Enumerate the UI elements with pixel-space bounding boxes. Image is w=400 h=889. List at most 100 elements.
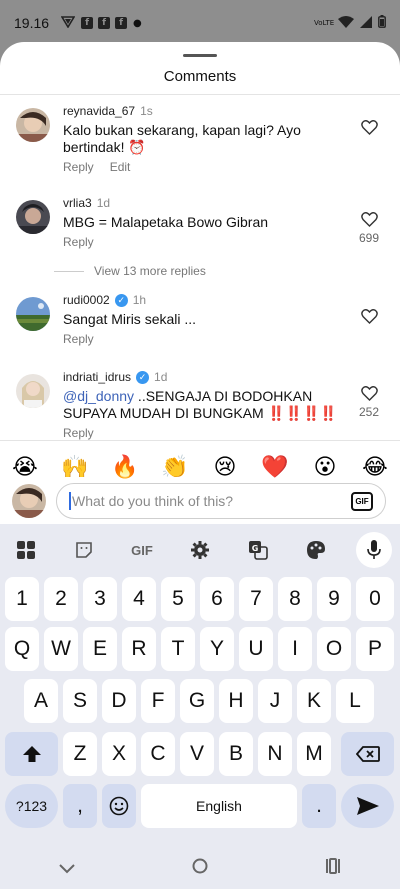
like-button[interactable] bbox=[358, 309, 380, 324]
like-button[interactable] bbox=[358, 120, 380, 135]
emoji-laughing-button[interactable]: 😂 bbox=[357, 455, 393, 480]
key-2[interactable]: 2 bbox=[44, 577, 78, 621]
edit-button[interactable]: Edit bbox=[110, 160, 131, 174]
reply-button[interactable]: Reply bbox=[63, 426, 94, 440]
key-u[interactable]: U bbox=[239, 627, 273, 671]
keyboard-gif-button[interactable]: GIF bbox=[124, 532, 160, 568]
emoji-clap-button[interactable]: 👏 bbox=[157, 455, 193, 480]
backspace-key[interactable] bbox=[341, 732, 394, 776]
key-e[interactable]: E bbox=[83, 627, 117, 671]
apps-grid-icon[interactable] bbox=[8, 532, 44, 568]
key-o[interactable]: O bbox=[317, 627, 351, 671]
key-w[interactable]: W bbox=[44, 627, 78, 671]
send-key[interactable] bbox=[341, 784, 394, 828]
keyboard-row-1: Q W E R T Y U I O P bbox=[0, 627, 400, 671]
key-6[interactable]: 6 bbox=[200, 577, 234, 621]
verified-badge-icon: ✓ bbox=[136, 370, 150, 384]
key-y[interactable]: Y bbox=[200, 627, 234, 671]
like-button[interactable]: 699 bbox=[358, 212, 380, 245]
view-replies-button[interactable]: View 13 more replies bbox=[54, 264, 206, 278]
emoji-fire-button[interactable]: 🔥 bbox=[107, 455, 143, 480]
settings-gear-icon[interactable] bbox=[182, 532, 218, 568]
comment-input-field[interactable]: GIF bbox=[56, 483, 386, 519]
nav-home-icon[interactable] bbox=[192, 858, 208, 878]
key-x[interactable]: X bbox=[102, 732, 136, 776]
key-i[interactable]: I bbox=[278, 627, 312, 671]
key-r[interactable]: R bbox=[122, 627, 156, 671]
key-0[interactable]: 0 bbox=[356, 577, 394, 621]
key-4[interactable]: 4 bbox=[122, 577, 156, 621]
key-n[interactable]: N bbox=[258, 732, 292, 776]
emoji-crying-button[interactable]: 😭 bbox=[7, 455, 43, 480]
shift-key[interactable] bbox=[5, 732, 58, 776]
key-a[interactable]: A bbox=[24, 679, 58, 723]
key-g[interactable]: G bbox=[180, 679, 214, 723]
avatar[interactable] bbox=[16, 297, 50, 331]
emoji-surprised-button[interactable]: 😮 bbox=[307, 455, 343, 480]
key-8[interactable]: 8 bbox=[278, 577, 312, 621]
emoji-sad-button[interactable]: 😢 bbox=[207, 455, 243, 480]
key-j[interactable]: J bbox=[258, 679, 292, 723]
key-c[interactable]: C bbox=[141, 732, 175, 776]
status-bar: 19.16 f f f ● VoLTE bbox=[0, 0, 400, 46]
keyboard-number-row: 1 2 3 4 5 6 7 8 9 0 bbox=[0, 577, 400, 621]
mention-link[interactable]: @dj_donny bbox=[63, 388, 134, 404]
symbols-key[interactable]: ?123 bbox=[5, 784, 58, 828]
reply-button[interactable]: Reply bbox=[63, 332, 94, 346]
key-s[interactable]: S bbox=[63, 679, 97, 723]
key-b[interactable]: B bbox=[219, 732, 253, 776]
system-nav-bar bbox=[0, 847, 400, 889]
emoji-key[interactable] bbox=[102, 784, 136, 828]
key-h[interactable]: H bbox=[219, 679, 253, 723]
comment-username[interactable]: reynavida_67 bbox=[63, 104, 135, 118]
nav-back-chevron-icon[interactable] bbox=[58, 859, 75, 878]
reply-button[interactable]: Reply bbox=[63, 160, 94, 174]
key-d[interactable]: D bbox=[102, 679, 136, 723]
heart-icon bbox=[360, 120, 378, 135]
avatar[interactable] bbox=[16, 200, 50, 234]
comment-username[interactable]: rudi0002 bbox=[63, 293, 110, 307]
sticker-icon[interactable] bbox=[66, 532, 102, 568]
send-arrow-icon bbox=[356, 797, 379, 815]
sheet-drag-handle[interactable] bbox=[183, 54, 217, 57]
keyboard: GIF G 1 2 3 4 5 6 7 8 9 0 Q W E R T Y U … bbox=[0, 524, 400, 847]
avatar[interactable] bbox=[16, 374, 50, 408]
comment-username[interactable]: indriati_idrus bbox=[63, 370, 131, 384]
key-k[interactable]: K bbox=[297, 679, 331, 723]
facebook-icon: f bbox=[115, 17, 128, 29]
key-z[interactable]: Z bbox=[63, 732, 97, 776]
key-m[interactable]: M bbox=[297, 732, 331, 776]
key-t[interactable]: T bbox=[161, 627, 195, 671]
gif-button[interactable]: GIF bbox=[351, 492, 373, 511]
key-9[interactable]: 9 bbox=[317, 577, 351, 621]
reply-button[interactable]: Reply bbox=[63, 235, 94, 249]
microphone-icon[interactable] bbox=[356, 532, 392, 568]
key-p[interactable]: P bbox=[356, 627, 394, 671]
space-key[interactable]: English bbox=[141, 784, 297, 828]
like-button[interactable]: 252 bbox=[358, 386, 380, 419]
svg-text:G: G bbox=[252, 544, 259, 553]
key-q[interactable]: Q bbox=[5, 627, 39, 671]
text-cursor bbox=[69, 492, 71, 510]
key-3[interactable]: 3 bbox=[83, 577, 117, 621]
like-count: 252 bbox=[358, 405, 380, 419]
key-5[interactable]: 5 bbox=[161, 577, 195, 621]
translate-icon[interactable]: G bbox=[240, 532, 276, 568]
emoji-quick-bar: 😭 🙌 🔥 👏 😢 ❤️ 😮 😂 bbox=[0, 447, 400, 487]
emoji-raised-hands-button[interactable]: 🙌 bbox=[57, 455, 93, 480]
avatar[interactable] bbox=[16, 108, 50, 142]
emoji-heart-button[interactable]: ❤️ bbox=[257, 455, 293, 480]
comment-input[interactable] bbox=[72, 493, 332, 509]
theme-palette-icon[interactable] bbox=[298, 532, 334, 568]
key-1[interactable]: 1 bbox=[5, 577, 39, 621]
key-v[interactable]: V bbox=[180, 732, 214, 776]
comment-time: 1h bbox=[132, 293, 147, 307]
key-l[interactable]: L bbox=[336, 679, 374, 723]
wifi-icon bbox=[338, 15, 354, 31]
nav-recents-icon[interactable] bbox=[325, 858, 341, 878]
comma-key[interactable]: , bbox=[63, 784, 97, 828]
period-key[interactable]: . bbox=[302, 784, 336, 828]
key-f[interactable]: F bbox=[141, 679, 175, 723]
key-7[interactable]: 7 bbox=[239, 577, 273, 621]
comment-username[interactable]: vrlia3 bbox=[63, 196, 92, 210]
